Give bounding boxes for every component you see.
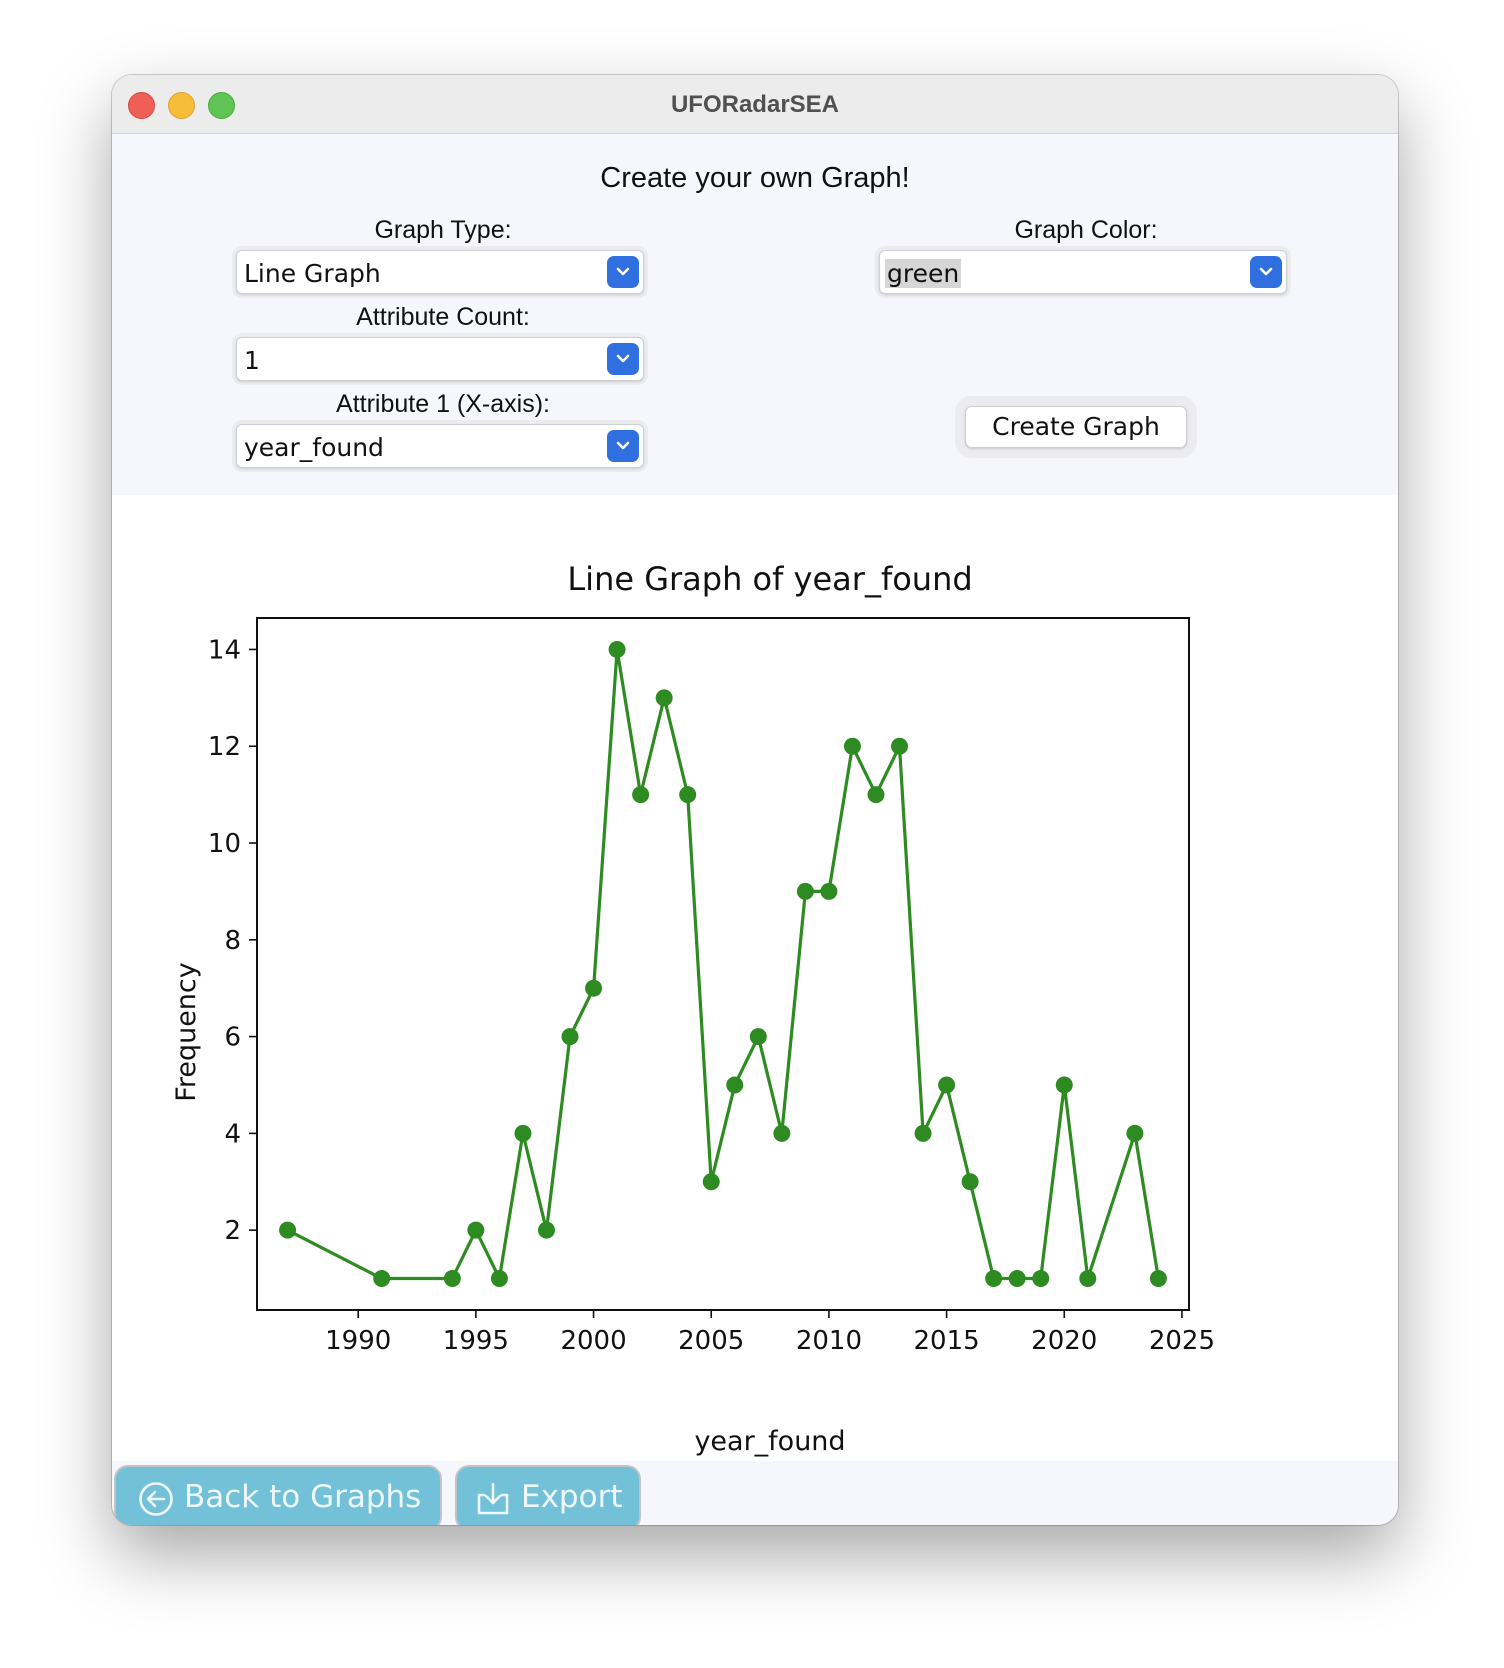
data-point <box>443 1270 461 1288</box>
y-tick-label: 14 <box>208 635 241 665</box>
y-tick-label: 10 <box>208 829 241 859</box>
data-point <box>820 882 838 900</box>
data-point <box>561 1028 579 1046</box>
attribute1-select[interactable]: year_found <box>236 424 644 468</box>
y-axis-label: Frequency <box>171 962 202 1102</box>
app-window: UFORadarSEA Create your own Graph! Graph… <box>112 75 1398 1525</box>
data-point <box>914 1124 932 1142</box>
data-point <box>655 689 673 707</box>
graph-color-select[interactable]: green <box>879 250 1287 294</box>
data-point <box>938 1076 956 1094</box>
download-icon <box>477 1482 509 1515</box>
y-tick-label: 6 <box>224 1023 241 1053</box>
y-tick-label: 12 <box>208 732 241 762</box>
data-point <box>891 737 909 755</box>
data-point <box>537 1221 555 1239</box>
graph-color-value: green <box>885 259 962 288</box>
data-point <box>867 786 885 804</box>
graph-type-label: Graph Type: <box>374 216 512 244</box>
x-axis-label: year_found <box>694 1426 845 1457</box>
data-point <box>467 1221 485 1239</box>
chevron-down-icon <box>607 343 639 375</box>
chevron-down-icon <box>607 256 639 288</box>
data-point <box>961 1173 979 1191</box>
chart-title: Line Graph of year_found <box>567 560 972 598</box>
series-line <box>286 647 1160 1281</box>
data-point <box>608 640 626 658</box>
chevron-down-icon <box>607 430 639 462</box>
x-tick-label: 2025 <box>1149 1326 1215 1356</box>
export-button[interactable]: Export <box>455 1465 641 1525</box>
data-point <box>843 737 861 755</box>
back-to-graphs-button[interactable]: Back to Graphs <box>114 1465 442 1525</box>
graph-type-select[interactable]: Line Graph <box>236 250 644 294</box>
data-point <box>726 1076 744 1094</box>
data-point <box>490 1270 508 1288</box>
create-graph-button[interactable]: Create Graph <box>965 406 1187 448</box>
data-point <box>1008 1270 1026 1288</box>
chevron-down-icon <box>1250 256 1282 288</box>
graph-color-label: Graph Color: <box>1014 216 1158 244</box>
data-point <box>373 1270 391 1288</box>
line-chart: Line Graph of year_found year_found Freq… <box>171 560 1215 1457</box>
data-point <box>773 1124 791 1142</box>
x-tick-label: 2015 <box>913 1326 979 1356</box>
data-point <box>1055 1076 1073 1094</box>
page-heading: Create your own Graph! <box>600 162 910 194</box>
y-tick-label: 2 <box>224 1216 241 1246</box>
y-tick-label: 4 <box>224 1119 241 1149</box>
data-point <box>279 1221 297 1239</box>
data-point <box>796 882 814 900</box>
graph-type-value: Line Graph <box>244 259 381 288</box>
x-tick-label: 2020 <box>1031 1326 1097 1356</box>
data-point <box>679 786 697 804</box>
export-label: Export <box>521 1479 623 1515</box>
title-bar: UFORadarSEA <box>112 75 1398 134</box>
data-point <box>1079 1270 1097 1288</box>
attribute-count-select[interactable]: 1 <box>236 337 644 381</box>
plot-area: Line Graph of year_found year_found Freq… <box>112 495 1398 1461</box>
back-to-graphs-label: Back to Graphs <box>184 1479 422 1515</box>
data-point <box>632 786 650 804</box>
x-tick-label: 1990 <box>325 1326 391 1356</box>
y-tick-label: 8 <box>224 926 241 956</box>
window-title: UFORadarSEA <box>670 91 840 118</box>
arrow-left-circle-icon <box>139 1482 173 1516</box>
attribute1-value: year_found <box>244 433 384 462</box>
data-point <box>702 1173 720 1191</box>
data-point <box>1149 1270 1167 1288</box>
x-tick-label: 1995 <box>443 1326 509 1356</box>
data-point <box>514 1124 532 1142</box>
attribute1-label: Attribute 1 (X-axis): <box>336 390 550 418</box>
data-point <box>749 1028 767 1046</box>
data-point <box>985 1270 1003 1288</box>
x-tick-label: 2010 <box>796 1326 862 1356</box>
x-tick-label: 2005 <box>678 1326 744 1356</box>
attribute-count-label: Attribute Count: <box>356 303 530 331</box>
attribute-count-value: 1 <box>244 346 260 375</box>
x-tick-label: 2000 <box>560 1326 626 1356</box>
data-point <box>1126 1124 1144 1142</box>
data-point <box>585 979 603 997</box>
data-point <box>1032 1270 1050 1288</box>
